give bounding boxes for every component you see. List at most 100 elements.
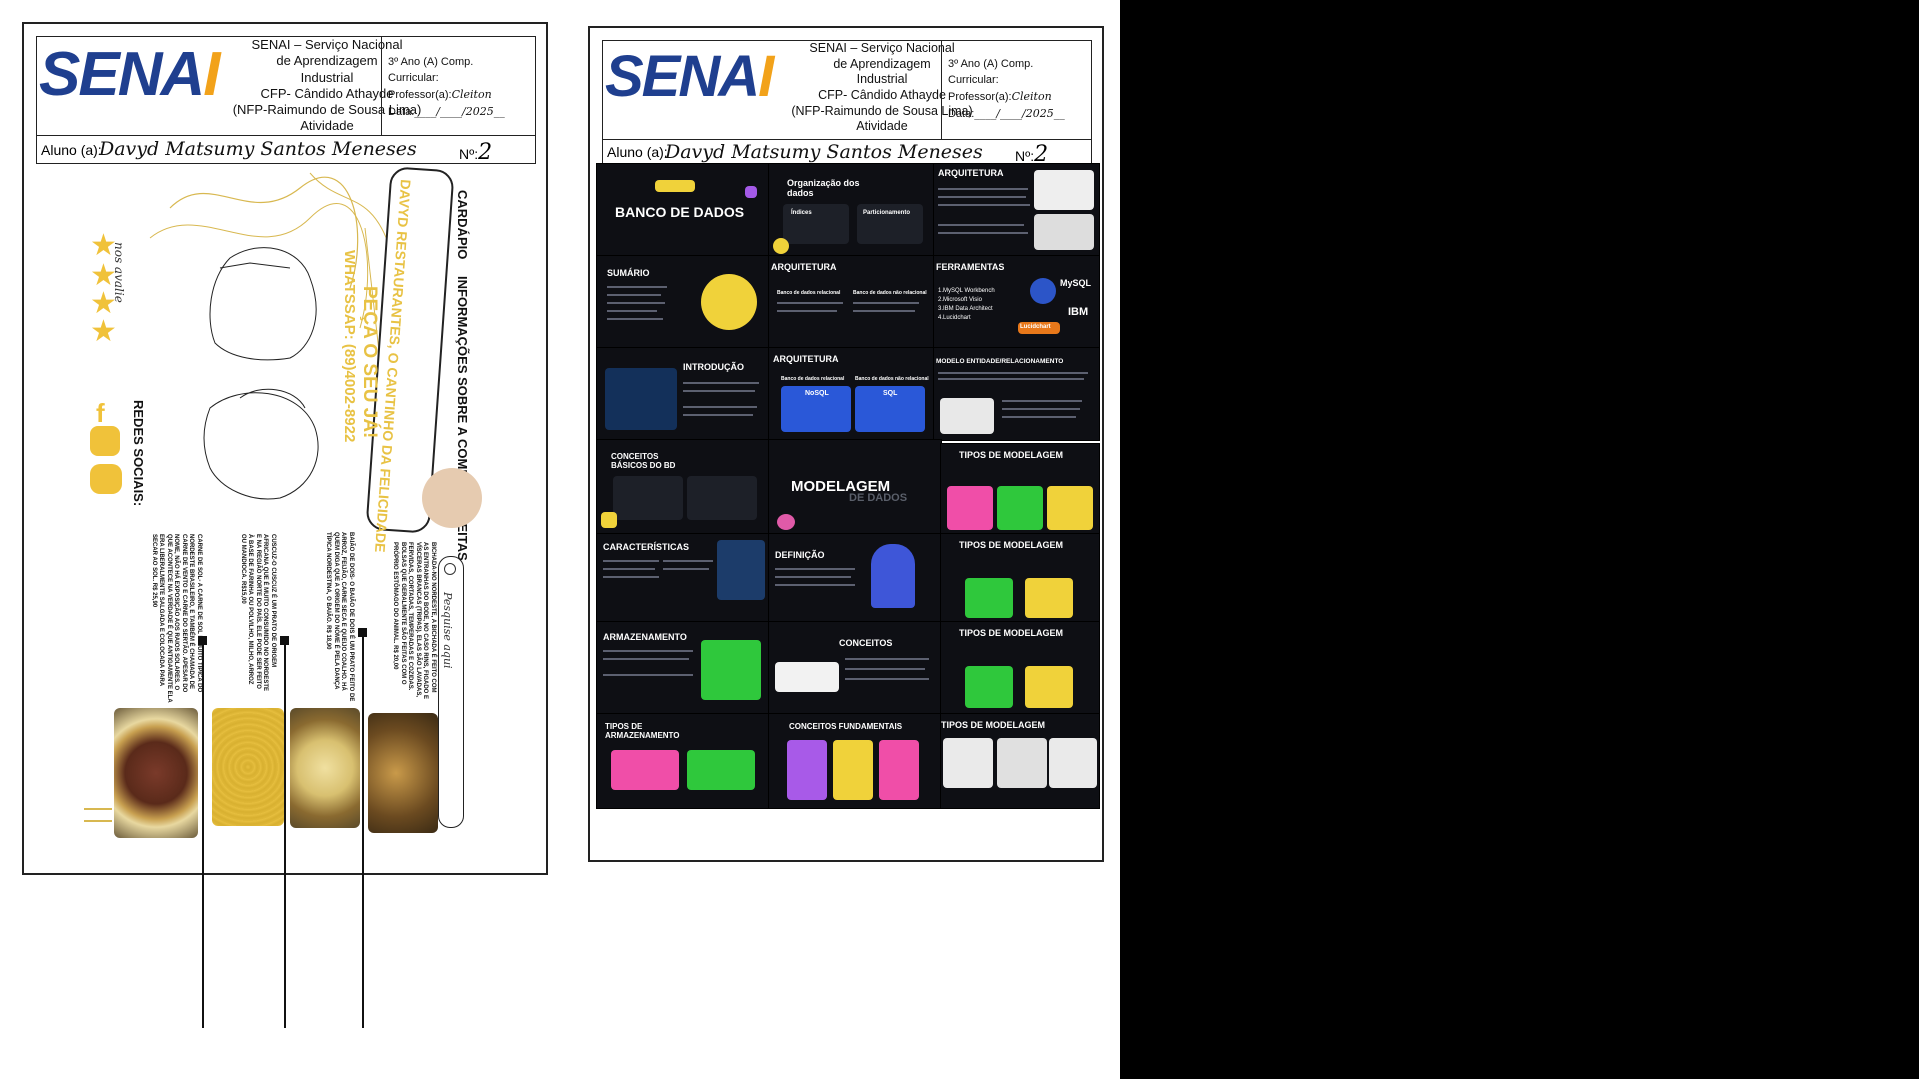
slide-illustration: [871, 544, 915, 608]
type-card: [787, 740, 827, 800]
text-line: [853, 310, 915, 312]
text-line: [938, 378, 1084, 380]
text-line: [775, 576, 851, 578]
slide-arquitetura-2: ARQUITETURA Banco de dados relacional Ba…: [768, 255, 935, 349]
social-icons: f: [90, 398, 130, 498]
decorative-line: [84, 808, 112, 810]
slide-armazenamento: ARMAZENAMENTO: [596, 621, 770, 715]
text-line: [603, 674, 693, 676]
student-name: Davyd Matsumy Santos Meneses: [99, 138, 417, 160]
date-value: ____/____/2025__: [414, 104, 505, 118]
decorative-circle: [422, 468, 482, 528]
youtube-icon[interactable]: [90, 464, 122, 494]
slide-diagram: [940, 398, 994, 434]
slide-card: [775, 662, 839, 692]
divider-line: [202, 638, 204, 1028]
slide-title: ARQUITETURA: [771, 262, 837, 272]
text-line: [775, 568, 855, 570]
slide-title: ARMAZENAMENTO: [603, 632, 687, 642]
slide-title: BANCO DE DADOS: [615, 204, 745, 220]
divider-line: [362, 628, 364, 1028]
text-line: [1002, 400, 1082, 402]
slide-decor: [601, 512, 617, 528]
student-number: Nº:2: [459, 140, 492, 165]
slide-ferramentas: FERRAMENTAS 1.MySQL Workbench 2.Microsof…: [933, 255, 1100, 349]
teacher-name: Cleiton: [451, 87, 492, 101]
divider-line: [284, 638, 286, 1028]
text-line: [603, 560, 659, 562]
slide-diagram: [1049, 738, 1097, 788]
food-photo-baiao: [290, 708, 360, 828]
slide-organizacao: Organização dos dados Índices Particiona…: [768, 163, 935, 257]
text-line: [938, 372, 1088, 374]
text-line: [607, 302, 665, 304]
slide-conceitos-fundamentais: CONCEITOS FUNDAMENTAIS: [768, 713, 942, 809]
text-line: [607, 318, 663, 320]
decorative-line: [84, 820, 112, 822]
slide-caracteristicas: CARACTERÍSTICAS: [596, 533, 770, 623]
tool-item: 3.IBM Data Architect: [938, 306, 993, 312]
tab-informacoes[interactable]: INFORMAÇÕES SOBRE A COMIDA: [455, 276, 470, 492]
food-photo-carne-de-sol: [114, 708, 198, 838]
slide-banco-de-dados: BANCO DE DADOS: [596, 163, 770, 257]
slide-decor: [745, 186, 757, 198]
teacher-name: Cleiton: [1011, 89, 1052, 103]
student-row: Aluno (a): Davyd Matsumy Santos Meneses …: [37, 135, 535, 165]
slide-arquitetura-3: ARQUITETURA Banco de dados relacional Ba…: [768, 347, 935, 441]
slide-decor: [773, 238, 789, 254]
student-label: Aluno (a):: [41, 142, 102, 158]
dish-1-description: BICHADA-NO NORDESTE, A BICHADA É FEITO C…: [392, 542, 437, 700]
mysql-logo: MySQL: [1060, 278, 1092, 288]
text-line: [607, 286, 667, 288]
text-line: [1002, 416, 1076, 418]
student-name: Davyd Matsumy Santos Meneses: [665, 141, 983, 163]
rate-text: nos avalie: [112, 242, 126, 303]
dish-2-price: R$ 18,90: [325, 625, 332, 650]
nosql-label: NoSQL: [805, 390, 829, 397]
text-line: [845, 668, 925, 670]
slide-title: CONCEITOS BÁSICOS DO BD: [611, 452, 676, 470]
slide-title: TIPOS DE MODELAGEM: [959, 450, 1064, 460]
logo-accent: I: [758, 44, 774, 109]
text-line: [663, 568, 709, 570]
slide-title: INTRODUÇÃO: [683, 362, 744, 372]
text-line: [683, 382, 759, 384]
slide-illustration: [717, 540, 765, 600]
slide-tipos-modelagem-3: TIPOS DE MODELAGEM: [940, 621, 1100, 715]
right-header: SENAI SENAI – Serviço Nacional de Aprend…: [602, 40, 1092, 176]
tool-item: 4.Lucidchart: [938, 315, 971, 321]
dish-4-price: R$ 25,90: [151, 582, 157, 608]
type-card: [947, 486, 993, 530]
date-value: ____/____/2025__: [974, 106, 1065, 120]
search-icon: [444, 563, 456, 575]
logo-accent: I: [203, 40, 220, 109]
slide-title: CONCEITOS: [839, 638, 893, 648]
instagram-icon[interactable]: [90, 426, 120, 456]
text-line: [603, 658, 689, 660]
block-title: Banco de dados relacional: [777, 290, 841, 296]
slide-tipos-modelagem-4: TIPOS DE MODELAGEM: [940, 713, 1100, 809]
grade-text: 3º Ano (A) Comp.: [948, 58, 1034, 70]
slides-collage: BANCO DE DADOS Organização dos dados Índ…: [596, 163, 1100, 811]
type-card: [879, 740, 919, 800]
tool-item: 1.MySQL Workbench: [938, 288, 995, 294]
slide-tipos-modelagem-1: TIPOS DE MODELAGEM: [940, 443, 1100, 535]
date-label: Data:: [948, 107, 975, 120]
text-line: [1002, 408, 1080, 410]
text-line: [663, 560, 713, 562]
slide-diagram: [1034, 214, 1094, 250]
bullet-square: [198, 636, 207, 645]
type-card: [997, 486, 1043, 530]
dish-2-text: BAIÃO DE DOIS- O BAIÃO DE DOIS É UM PRAT…: [324, 532, 355, 702]
slide-decor: [777, 514, 795, 530]
text-line: [775, 584, 855, 586]
text-line: [845, 658, 929, 660]
tab-cardapio[interactable]: CARDÁPIO: [455, 190, 470, 259]
slide-introducao: INTRODUÇÃO: [596, 347, 770, 441]
dish-4-text: CARNE DE SOL- A CARNE DE SOL É MUITO TÍP…: [150, 534, 202, 704]
text-line: [607, 294, 661, 296]
curriculum-text: Curricular:: [388, 71, 439, 84]
text-line: [938, 224, 1024, 226]
facebook-icon[interactable]: f: [96, 398, 116, 428]
senai-logo: SENAI: [39, 39, 221, 110]
